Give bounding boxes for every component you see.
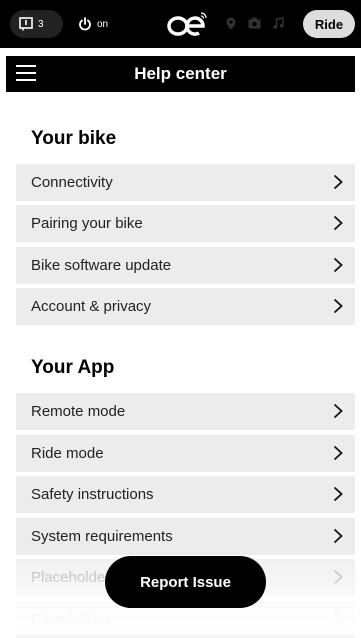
section-title-your-app: Your App bbox=[31, 357, 115, 378]
chevron-right-icon bbox=[333, 486, 343, 502]
chevron-right-icon bbox=[333, 528, 343, 544]
list-item-label: Connectivity bbox=[31, 174, 113, 191]
list-item-label: Safety instructions bbox=[31, 486, 154, 503]
list-item[interactable]: Pairing your bike bbox=[16, 205, 355, 242]
chevron-right-icon bbox=[333, 257, 343, 273]
chevron-right-icon bbox=[333, 569, 343, 585]
list-item[interactable]: System requirements bbox=[16, 518, 355, 555]
list-item-label: Ride mode bbox=[31, 445, 104, 462]
chevron-right-icon bbox=[333, 403, 343, 419]
list-item-label: Account & privacy bbox=[31, 298, 152, 315]
list-item-label: Placeholder bbox=[31, 611, 111, 628]
header-bar: Help center bbox=[6, 56, 355, 92]
brand-logo bbox=[167, 12, 207, 36]
chevron-right-icon bbox=[333, 174, 343, 190]
list-item[interactable]: Remote mode bbox=[16, 393, 355, 430]
top-status-bar: 3 on Ride bbox=[0, 0, 361, 48]
list-item[interactable]: Safety instructions bbox=[16, 476, 355, 513]
list-item-label: Placeholder bbox=[31, 569, 111, 586]
section-title-your-bike: Your bike bbox=[31, 128, 117, 149]
list-item[interactable]: Account & privacy bbox=[16, 288, 355, 325]
list-item[interactable]: Connectivity bbox=[16, 164, 355, 201]
queue-pill[interactable]: 3 bbox=[10, 10, 63, 38]
ride-button[interactable]: Ride bbox=[303, 10, 355, 38]
chevron-right-icon bbox=[333, 611, 343, 627]
list-item-label: System requirements bbox=[31, 528, 173, 545]
chevron-right-icon bbox=[333, 445, 343, 461]
location-icon bbox=[226, 17, 236, 30]
power-icon bbox=[79, 17, 91, 31]
report-issue-button[interactable]: Report Issue bbox=[105, 556, 266, 608]
power-label: on bbox=[97, 18, 109, 30]
power-toggle[interactable]: on bbox=[68, 10, 118, 38]
list-item-label: Pairing your bike bbox=[31, 215, 143, 232]
camera-icon bbox=[248, 17, 261, 29]
music-icon bbox=[273, 17, 284, 29]
chevron-right-icon bbox=[333, 215, 343, 231]
chevron-right-icon bbox=[333, 298, 343, 314]
list-item[interactable]: Bike software update bbox=[16, 247, 355, 284]
queue-count: 3 bbox=[38, 18, 44, 30]
list-item-label: Remote mode bbox=[31, 403, 126, 420]
page-title: Help center bbox=[134, 64, 227, 83]
queue-icon bbox=[19, 17, 33, 31]
list-item[interactable]: Ride mode bbox=[16, 435, 355, 472]
list-item-label: Bike software update bbox=[31, 257, 172, 274]
